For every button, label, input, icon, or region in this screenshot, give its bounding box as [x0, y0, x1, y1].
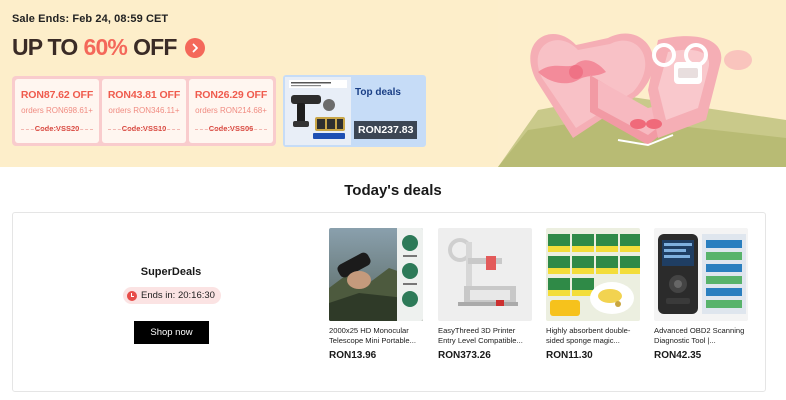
shop-now-button[interactable]: Shop now — [134, 321, 209, 344]
heart-gift-box-illustration — [498, 0, 786, 167]
top-deals-label: Top deals — [355, 87, 401, 98]
coupon-divider — [21, 129, 93, 130]
top-deals-card[interactable]: Top deals RON237.83 — [283, 75, 426, 147]
timer-value: 20:16:30 — [177, 290, 215, 301]
chevron-right-icon[interactable] — [184, 37, 205, 58]
coupon-card[interactable]: RON26.29 OFF orders RON214.68+ Code:VSS0… — [189, 79, 273, 143]
headline-percent: 60% — [83, 34, 128, 60]
superdeals-timer: Ends in: 20:16:30 — [123, 287, 221, 304]
coupon-amount: RON87.62 OFF — [20, 89, 94, 101]
timer-prefix: Ends in: — [141, 290, 176, 301]
coupon-min-order: orders RON346.11+ — [108, 106, 180, 115]
coupon-divider — [195, 129, 267, 130]
coupon-min-order: orders RON698.61+ — [21, 106, 93, 115]
top-deal-product-image — [285, 77, 351, 145]
headline-suffix: OFF — [133, 34, 177, 60]
coupon-strip: RON87.62 OFF orders RON698.61+ Code:VSS2… — [12, 76, 276, 146]
promo-banner[interactable]: Sale Ends: Feb 24, 08:59 CET UP TO 60% O… — [0, 0, 786, 167]
product-name[interactable]: Highly absorbent double-sided sponge mag… — [546, 326, 640, 346]
coupon-card[interactable]: RON87.62 OFF orders RON698.61+ Code:VSS2… — [15, 79, 99, 143]
product-name[interactable]: 2000x25 HD Monocular Telescope Mini Port… — [329, 326, 423, 346]
coupon-card[interactable]: RON43.81 OFF orders RON346.11+ Code:VSS1… — [102, 79, 186, 143]
headline-prefix: UP TO — [12, 34, 78, 60]
product-card[interactable]: Highly absorbent double-sided sponge mag… — [546, 228, 640, 361]
product-name[interactable]: Advanced OBD2 Scanning Diagnostic Tool |… — [654, 326, 748, 346]
coupon-min-order: orders RON214.68+ — [195, 106, 267, 115]
promo-headline[interactable]: UP TO 60% OFF — [12, 34, 205, 61]
coupon-divider — [108, 129, 180, 130]
todays-deals-card: SuperDeals Ends in: 20:16:30 Shop now 20… — [12, 212, 766, 392]
product-price: RON11.30 — [546, 350, 593, 361]
product-card[interactable]: EasyThreed 3D Printer Entry Level Compat… — [438, 228, 532, 361]
product-card[interactable]: Advanced OBD2 Scanning Diagnostic Tool |… — [654, 228, 748, 361]
product-image-obd2-scanner[interactable] — [654, 228, 748, 321]
clock-icon — [127, 290, 137, 301]
coupon-amount: RON43.81 OFF — [107, 89, 181, 101]
product-image-3d-printer[interactable] — [438, 228, 532, 321]
product-name[interactable]: EasyThreed 3D Printer Entry Level Compat… — [438, 326, 532, 346]
product-price: RON13.96 — [329, 350, 377, 361]
product-price: RON373.26 — [438, 350, 491, 361]
coupon-amount: RON26.29 OFF — [194, 89, 268, 101]
superdeals-title: SuperDeals — [140, 266, 202, 278]
product-price: RON42.35 — [654, 350, 702, 361]
superdeals-panel: SuperDeals Ends in: 20:16:30 Shop now — [13, 213, 329, 391]
top-deals-price: RON237.83 — [354, 121, 418, 139]
todays-deals-title: Today's deals — [344, 182, 442, 199]
product-card[interactable]: 2000x25 HD Monocular Telescope Mini Port… — [329, 228, 423, 361]
product-image-monocular[interactable] — [329, 228, 423, 321]
sale-ends-text: Sale Ends: Feb 24, 08:59 CET — [12, 13, 169, 25]
product-image-sponges[interactable] — [546, 228, 640, 321]
